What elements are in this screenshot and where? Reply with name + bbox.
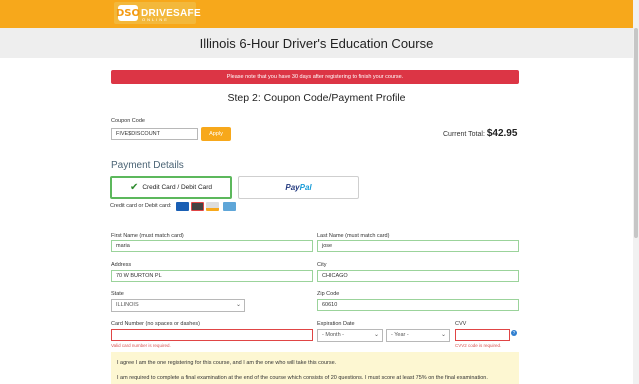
card-number-error: Valid card number is required. bbox=[111, 343, 171, 348]
address-label: Address bbox=[111, 262, 132, 268]
city-input[interactable]: CHICAGO bbox=[317, 270, 519, 282]
cards-caption: Credit card or Debit card: bbox=[110, 203, 172, 209]
coupon-input[interactable]: FIVE$DISCOUNT bbox=[111, 128, 198, 140]
agreement-box: I agree I am the one registering for thi… bbox=[111, 352, 519, 384]
last-name-input[interactable]: jose bbox=[317, 240, 519, 252]
credit-card-option[interactable]: ✔ Credit Card / Debit Card bbox=[110, 176, 232, 199]
agreement-line-1: I agree I am the one registering for thi… bbox=[117, 360, 337, 366]
paypal-logo-part1: Pay bbox=[285, 183, 300, 192]
cvv-error: CVV2 code is required. bbox=[455, 343, 502, 348]
first-name-input[interactable]: maria bbox=[111, 240, 313, 252]
checkmark-icon: ✔ bbox=[129, 182, 139, 193]
chevron-down-icon: ⌄ bbox=[235, 302, 241, 308]
state-value: ILLINOIS bbox=[116, 302, 139, 308]
agreement-line-2: I am required to complete a final examin… bbox=[117, 375, 488, 381]
month-value: - Month - bbox=[322, 332, 345, 338]
logo-badge-icon: DSO bbox=[116, 5, 140, 21]
chevron-down-icon: ⌄ bbox=[373, 332, 379, 338]
drivesafe-logo[interactable]: DSO DRIVESAFE ONLINE bbox=[114, 2, 201, 24]
visa-icon bbox=[176, 202, 189, 211]
zip-label: Zip Code bbox=[317, 291, 340, 297]
amex-icon bbox=[223, 202, 236, 211]
paypal-logo-part2: Pal bbox=[299, 183, 312, 192]
card-number-input[interactable] bbox=[111, 329, 313, 341]
expiration-label: Expiration Date bbox=[317, 321, 355, 327]
coupon-label: Coupon Code bbox=[111, 118, 145, 124]
apply-button[interactable]: Apply bbox=[201, 127, 231, 141]
cvv-label: CVV bbox=[455, 321, 467, 327]
card-number-label: Card Number (no spaces or dashes) bbox=[111, 321, 200, 327]
address-input[interactable]: 70 W BURTON PL bbox=[111, 270, 313, 282]
cvv-input[interactable] bbox=[455, 329, 510, 341]
scrollbar-thumb[interactable] bbox=[634, 28, 638, 238]
step-title: Step 2: Coupon Code/Payment Profile bbox=[227, 92, 406, 104]
credit-card-label: Credit Card / Debit Card bbox=[142, 184, 213, 191]
course-title: Illinois 6-Hour Driver's Education Cours… bbox=[199, 36, 434, 51]
total-label: Current Total: bbox=[443, 131, 485, 138]
page-scrollbar[interactable] bbox=[633, 0, 639, 384]
current-total: Current Total: $42.95 bbox=[443, 128, 517, 139]
deadline-alert: Please note that you have 30 days after … bbox=[111, 70, 519, 84]
logo-subtext: ONLINE bbox=[142, 17, 169, 22]
top-bar: DSO DRIVESAFE ONLINE bbox=[0, 0, 633, 28]
discover-icon bbox=[206, 202, 219, 211]
last-name-label: Last Name (must match card) bbox=[317, 233, 390, 239]
zip-input[interactable]: 60610 bbox=[317, 299, 519, 311]
mastercard-icon bbox=[191, 202, 204, 211]
first-name-label: First Name (must match card) bbox=[111, 233, 184, 239]
total-amount: $42.95 bbox=[486, 128, 518, 139]
year-value: - Year - bbox=[391, 332, 409, 338]
expiration-month-select[interactable]: - Month - ⌄ bbox=[317, 329, 383, 342]
state-label: State bbox=[111, 291, 124, 297]
payment-details-title: Payment Details bbox=[111, 160, 184, 171]
state-select[interactable]: ILLINOIS ⌄ bbox=[111, 299, 245, 312]
city-label: City bbox=[317, 262, 327, 268]
info-icon[interactable]: ? bbox=[511, 330, 517, 336]
paypal-option[interactable]: Pay Pal bbox=[238, 176, 359, 199]
chevron-down-icon: ⌄ bbox=[440, 332, 446, 338]
expiration-year-select[interactable]: - Year - ⌄ bbox=[386, 329, 450, 342]
